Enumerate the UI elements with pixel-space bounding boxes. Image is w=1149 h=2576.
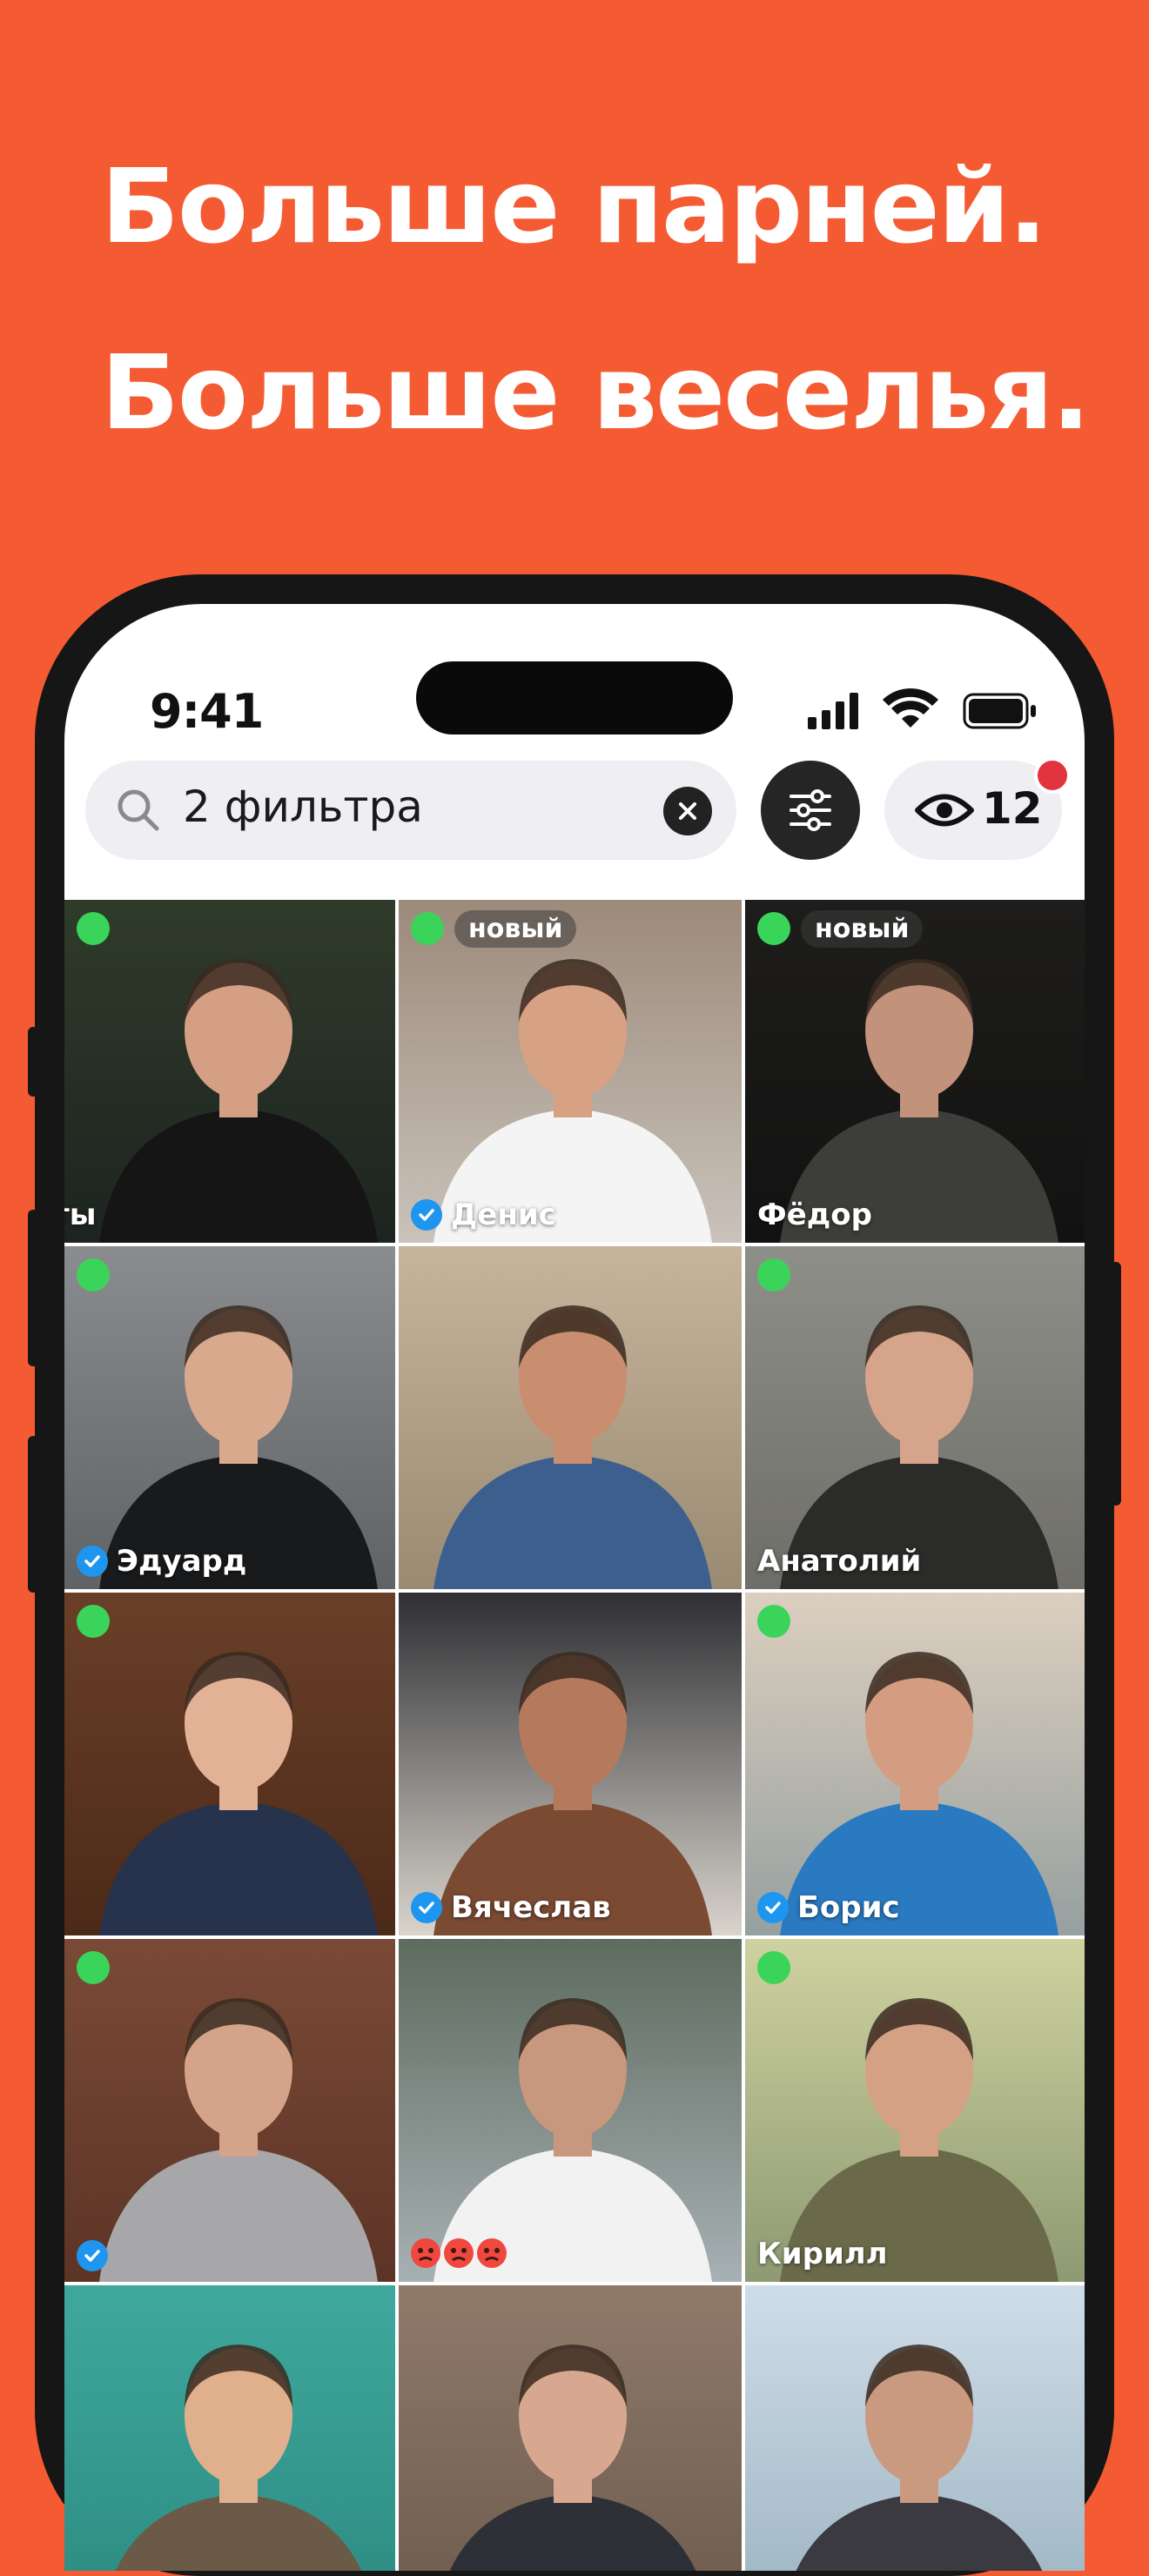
profiles-grid: ты новый Денис новый Фёдор Эдуард <box>64 900 1085 2571</box>
online-indicator <box>77 1605 110 1638</box>
profile-name-row: Эдуард <box>77 1544 246 1579</box>
online-indicator <box>757 1951 790 1984</box>
profile-photo <box>399 1939 742 2282</box>
profile-photo <box>64 900 395 1243</box>
profile-photo <box>64 1939 395 2282</box>
check-icon <box>419 1209 434 1221</box>
profile-name-row <box>77 2240 108 2271</box>
profile-name: Эдуард <box>117 1544 247 1579</box>
profile-name-row: Вячеслав <box>411 1890 611 1925</box>
online-indicator <box>757 912 790 945</box>
profile-card[interactable] <box>64 2285 395 2571</box>
phone-frame: 9:41 2 фильтра 12 ы новый Денис новый Фё… <box>35 574 1114 2576</box>
profile-photo <box>399 1246 742 1589</box>
check-icon <box>419 1902 434 1914</box>
profile-card[interactable] <box>64 1939 395 2282</box>
profile-card[interactable]: Вячеслав <box>399 1593 742 1935</box>
verified-badge-icon <box>77 1546 108 1577</box>
check-icon <box>84 1555 100 1567</box>
profile-card[interactable] <box>399 1246 742 1589</box>
clear-search-button[interactable] <box>663 787 712 835</box>
status-icons <box>808 688 1036 729</box>
profile-photo <box>745 1246 1085 1589</box>
cellular-signal-icon <box>808 693 858 729</box>
status-time: 9:41 <box>150 684 264 739</box>
online-indicator <box>77 1258 110 1291</box>
close-icon <box>679 802 696 820</box>
emoji-row <box>411 2238 507 2268</box>
headline-line-1: Больше парней. <box>101 146 1047 266</box>
online-indicator <box>411 912 444 945</box>
profile-photo <box>64 1246 395 1589</box>
profile-photo <box>399 2285 742 2571</box>
wifi-icon <box>883 688 938 728</box>
headline-line-2: Больше веселья. <box>101 332 1091 453</box>
profile-photo <box>399 900 742 1243</box>
angry-face-icon <box>444 2238 474 2268</box>
profile-name: Анатолий <box>757 1544 922 1579</box>
profile-name: Фёдор <box>757 1197 872 1232</box>
check-icon <box>84 2250 100 2262</box>
profile-photo <box>745 900 1085 1243</box>
profile-photo <box>64 2285 395 2571</box>
search-bar[interactable]: 2 фильтра <box>85 761 736 860</box>
profile-card[interactable]: Кирилл <box>745 1939 1085 2282</box>
check-icon <box>765 1902 781 1914</box>
profile-card[interactable]: Анатолий <box>745 1246 1085 1589</box>
profile-name-row: ты <box>64 1197 96 1232</box>
filters-button[interactable] <box>761 761 860 860</box>
verified-badge-icon <box>77 2240 108 2271</box>
sliders-icon <box>790 789 831 831</box>
profile-photo <box>399 1593 742 1935</box>
online-indicator <box>77 1951 110 1984</box>
profile-name: Вячеслав <box>451 1890 611 1925</box>
angry-face-icon <box>477 2238 507 2268</box>
search-input[interactable]: 2 фильтра <box>183 782 423 832</box>
verified-badge-icon <box>757 1892 789 1923</box>
profile-card[interactable] <box>64 1593 395 1935</box>
dynamic-island <box>416 661 733 735</box>
profile-name: Борис <box>797 1890 900 1925</box>
profile-name-row: Фёдор <box>757 1197 872 1232</box>
eye-icon <box>915 794 974 827</box>
profile-card[interactable]: ты <box>64 900 395 1243</box>
verified-badge-icon <box>411 1892 442 1923</box>
phone-screen: 9:41 2 фильтра 12 ы новый Денис новый Фё… <box>64 604 1085 2571</box>
profile-photo <box>745 1939 1085 2282</box>
profile-photo <box>745 2285 1085 2571</box>
profile-card[interactable]: новый Денис <box>399 900 742 1243</box>
profile-photo <box>745 1593 1085 1935</box>
profile-name-row: Анатолий <box>757 1544 921 1579</box>
profile-card[interactable]: Борис <box>745 1593 1085 1935</box>
profile-name-row: Кирилл <box>757 2237 888 2271</box>
verified-badge-icon <box>411 1199 442 1231</box>
profile-card[interactable]: Эдуард <box>64 1246 395 1589</box>
battery-icon <box>963 693 1036 729</box>
profile-name-row: Денис <box>411 1197 556 1232</box>
notification-dot <box>1034 757 1071 794</box>
angry-face-icon <box>411 2238 440 2268</box>
profile-name-row: Борис <box>757 1890 900 1925</box>
profile-card[interactable] <box>399 1939 742 2282</box>
profile-views-button[interactable]: 12 <box>884 757 1071 860</box>
profile-name: ты <box>64 1197 97 1232</box>
profile-photo <box>64 1593 395 1935</box>
profile-name: Кирилл <box>757 2237 888 2271</box>
profile-card[interactable]: новый Фёдор <box>745 900 1085 1243</box>
views-count: 12 <box>982 783 1043 834</box>
online-indicator <box>757 1605 790 1638</box>
profile-card[interactable] <box>745 2285 1085 2571</box>
profile-name: Денис <box>451 1197 556 1232</box>
search-icon <box>118 789 159 831</box>
new-badge: новый <box>454 910 577 948</box>
profile-card[interactable] <box>399 2285 742 2571</box>
new-badge: новый <box>801 910 924 948</box>
online-indicator <box>77 912 110 945</box>
online-indicator <box>757 1258 790 1291</box>
